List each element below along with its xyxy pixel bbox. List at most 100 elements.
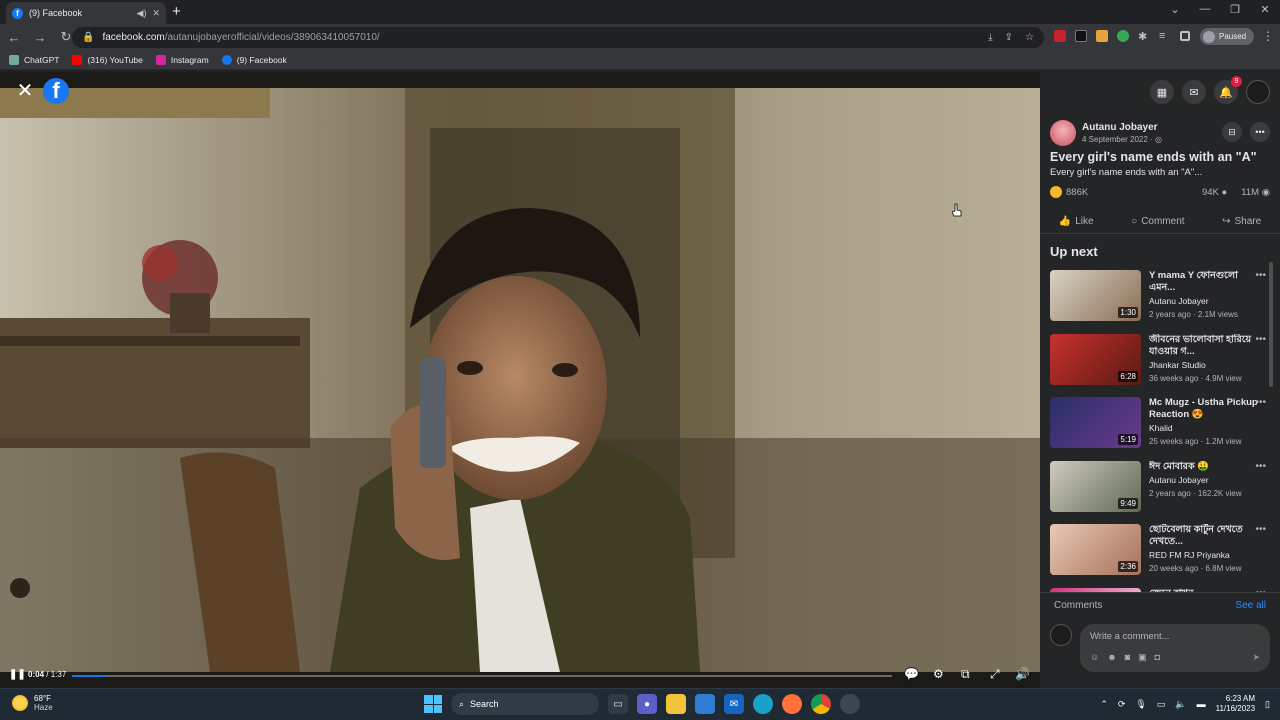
more-options-icon[interactable]: ••• bbox=[1255, 334, 1266, 345]
share-icon[interactable]: ⇪ bbox=[1005, 32, 1013, 43]
bookmark-facebook[interactable]: (9) Facebook bbox=[221, 54, 287, 65]
notification-center-icon[interactable]: ▯ bbox=[1265, 699, 1270, 710]
maximize-button[interactable]: ❐ bbox=[1220, 3, 1250, 16]
progress-bar[interactable] bbox=[72, 675, 892, 677]
notifications-bell-icon[interactable]: 🔔 9 bbox=[1214, 76, 1242, 104]
channel-name[interactable]: Jhankar Studio bbox=[1149, 360, 1259, 370]
author-name[interactable]: Autanu Jobayer bbox=[1082, 122, 1162, 133]
reaction-count[interactable]: 886K bbox=[1066, 187, 1088, 198]
author-avatar[interactable] bbox=[1050, 120, 1076, 146]
emoji-icon[interactable]: ☻ bbox=[1107, 652, 1116, 663]
recording-app-icon[interactable] bbox=[840, 694, 860, 714]
avatar-sticker-icon[interactable]: ☺ bbox=[1090, 652, 1099, 663]
like-button[interactable]: 👍 Like bbox=[1059, 210, 1094, 233]
fullscreen-icon[interactable]: ⤢ bbox=[990, 667, 1000, 682]
send-icon[interactable]: ➤ bbox=[1252, 652, 1260, 663]
bookmark-chatgpt[interactable]: ChatGPT bbox=[9, 54, 59, 65]
chrome-icon[interactable] bbox=[811, 694, 831, 714]
video-thumbnail[interactable]: 2:36 bbox=[1050, 524, 1141, 575]
close-icon[interactable]: ✕ bbox=[14, 80, 36, 102]
media-control-icon[interactable]: ≡ bbox=[1159, 30, 1171, 42]
extension-dark-icon[interactable] bbox=[1075, 30, 1087, 42]
more-options-icon[interactable]: ••• bbox=[1255, 397, 1266, 408]
sticker-icon[interactable]: ◘ bbox=[1155, 652, 1160, 663]
new-tab-button[interactable]: + bbox=[172, 3, 181, 20]
video-title[interactable]: জীবনের ভালোবাসা হারিয়ে যাওয়ার গ... bbox=[1149, 334, 1259, 358]
volume-icon[interactable]: 🔊 bbox=[1015, 667, 1030, 681]
tab-close-icon[interactable]: ✕ bbox=[152, 8, 160, 19]
more-options-icon[interactable]: ••• bbox=[1250, 122, 1270, 142]
extension-orange-icon[interactable] bbox=[1096, 30, 1108, 42]
video-thumbnail[interactable]: 1:30 bbox=[1050, 270, 1141, 321]
mini-player-icon[interactable]: ⧉ bbox=[961, 667, 970, 682]
site-info-icon[interactable]: 🔒 bbox=[82, 32, 94, 43]
bookmark-star-icon[interactable]: ☆ bbox=[1025, 32, 1034, 43]
tab-search-icon[interactable]: ⌄ bbox=[1160, 3, 1190, 16]
bookmark-youtube[interactable]: (316) YouTube bbox=[72, 54, 143, 65]
settings-gear-icon[interactable]: ⚙ bbox=[933, 667, 944, 681]
channel-name[interactable]: Khalid bbox=[1149, 423, 1259, 433]
comment-count[interactable]: 94K ● bbox=[1202, 187, 1227, 198]
account-avatar[interactable] bbox=[1246, 80, 1270, 104]
file-explorer-icon[interactable] bbox=[666, 694, 686, 714]
comment-input[interactable]: Write a comment... ☺ ☻ ◙ ▣ ◘ ➤ bbox=[1080, 624, 1270, 672]
close-window-button[interactable]: ✕ bbox=[1250, 3, 1280, 16]
share-button[interactable]: ↪ Share bbox=[1222, 210, 1261, 233]
tab-facebook[interactable]: f (9) Facebook ◀) ✕ bbox=[6, 2, 166, 24]
taskbar-search[interactable]: ⌕ Search bbox=[451, 693, 599, 715]
bookmark-instagram[interactable]: Instagram bbox=[155, 54, 209, 65]
clock[interactable]: 6:23 AM 11/16/2023 bbox=[1216, 694, 1255, 714]
comment-button[interactable]: ○ Comment bbox=[1131, 210, 1184, 233]
extension-green-icon[interactable] bbox=[1117, 30, 1129, 42]
video-description[interactable]: Every girl's name ends with an "A"... bbox=[1050, 167, 1202, 178]
more-options-icon[interactable]: ••• bbox=[1255, 524, 1266, 535]
up-next-item[interactable]: 6:28 জীবনের ভালোবাসা হারিয়ে যাওয়ার গ...… bbox=[1050, 333, 1270, 398]
up-next-item[interactable]: 9:49 ঈদ মোবারক 🤑 Autanu Jobayer 2 years ago… bbox=[1050, 460, 1270, 525]
up-next-item[interactable]: 2:36 ছোটবেলায় কার্টুন দেখতে দেখতে... RED … bbox=[1050, 524, 1270, 588]
video-title[interactable]: Mc Mugz - Ustha Pickup Reaction 😍 bbox=[1149, 397, 1259, 421]
weather-widget[interactable]: 68°F Haze bbox=[12, 694, 53, 712]
video-thumbnail[interactable]: 5:19 bbox=[1050, 397, 1141, 448]
messenger-icon[interactable]: ✉ bbox=[1182, 80, 1206, 104]
sidebar-scrollbar[interactable] bbox=[1269, 262, 1273, 387]
edge-icon[interactable] bbox=[753, 694, 773, 714]
camera-icon[interactable]: ◙ bbox=[1125, 652, 1130, 663]
up-next-item[interactable]: 5:19 Mc Mugz - Ustha Pickup Reaction 😍 Kha… bbox=[1050, 397, 1270, 461]
mail-icon[interactable]: ✉ bbox=[724, 694, 744, 714]
windows-start-icon[interactable] bbox=[424, 695, 442, 713]
minimize-button[interactable]: — bbox=[1190, 3, 1220, 16]
gif-icon[interactable]: ▣ bbox=[1138, 652, 1147, 663]
captions-icon[interactable]: 💬 bbox=[904, 667, 919, 681]
see-all-link[interactable]: See all bbox=[1235, 600, 1266, 611]
video-player[interactable]: ✕ f ❚❚ 0:04 / 1:37 💬 ⚙ ⧉ ⤢ 🔊 bbox=[0, 72, 1040, 688]
side-panel-icon[interactable] bbox=[1180, 31, 1190, 41]
microphone-icon[interactable]: 🎙 bbox=[1135, 699, 1146, 710]
forward-button[interactable]: → bbox=[32, 30, 48, 45]
network-icon[interactable]: ▭ bbox=[1157, 699, 1166, 710]
teams-chat-icon[interactable]: ● bbox=[637, 694, 657, 714]
up-next-item[interactable]: 1:30 Y mama Y ফোনগুলো এমন... Autanu Jobaye… bbox=[1050, 270, 1270, 334]
extensions-puzzle-icon[interactable]: ✱ bbox=[1138, 30, 1150, 43]
video-thumbnail[interactable]: 9:49 bbox=[1050, 460, 1141, 512]
video-title[interactable]: Y mama Y ফোনগুলো এমন... bbox=[1149, 270, 1259, 294]
microsoft-store-icon[interactable] bbox=[695, 694, 715, 714]
sync-icon[interactable]: ⟳ bbox=[1118, 699, 1126, 710]
pause-icon[interactable]: ❚❚ bbox=[9, 669, 26, 680]
more-options-icon[interactable]: ••• bbox=[1255, 270, 1266, 281]
more-options-icon[interactable]: ••• bbox=[1255, 461, 1266, 472]
back-button[interactable]: ← bbox=[6, 30, 22, 45]
task-view-icon[interactable]: ▭ bbox=[608, 694, 628, 714]
video-thumbnail[interactable]: 6:28 bbox=[1050, 333, 1141, 385]
channel-name[interactable]: Autanu Jobayer bbox=[1149, 296, 1259, 306]
profile-paused-button[interactable]: Paused bbox=[1200, 28, 1254, 45]
battery-icon[interactable]: ▬ bbox=[1197, 699, 1206, 709]
extension-red-icon[interactable] bbox=[1054, 30, 1066, 42]
address-bar[interactable]: 🔒 facebook.com/autanujobayerofficial/vid… bbox=[72, 27, 1044, 48]
channel-name[interactable]: RED FM RJ Priyanka bbox=[1149, 550, 1259, 560]
firefox-icon[interactable] bbox=[782, 694, 802, 714]
menu-grid-icon[interactable]: ▦ bbox=[1150, 80, 1174, 104]
install-app-icon[interactable]: ⤓ bbox=[988, 32, 992, 43]
video-title[interactable]: ঈদ মোবারক 🤑 bbox=[1149, 461, 1259, 473]
audio-icon[interactable]: ◀) bbox=[137, 8, 147, 19]
facebook-logo-icon[interactable]: f bbox=[43, 78, 69, 104]
